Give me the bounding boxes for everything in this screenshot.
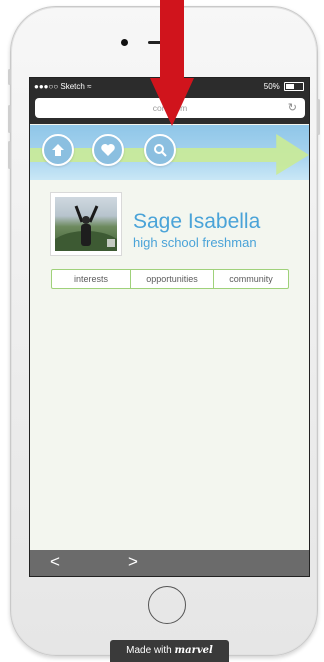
heart-icon bbox=[101, 144, 115, 156]
battery-icon bbox=[284, 82, 304, 92]
volume-up-button bbox=[8, 105, 11, 133]
tab-opportunities[interactable]: opportunities bbox=[131, 270, 214, 288]
profile-photo[interactable] bbox=[50, 192, 122, 256]
volume-down-button bbox=[8, 141, 11, 169]
profile-tabs: interests opportunities community bbox=[51, 269, 289, 289]
red-arrow-pointer bbox=[150, 0, 194, 126]
tab-interests[interactable]: interests bbox=[52, 270, 131, 288]
power-button bbox=[317, 99, 320, 135]
favorites-nav-button[interactable] bbox=[92, 134, 124, 166]
profile-subtitle: high school freshman bbox=[133, 235, 257, 250]
nav-banner bbox=[30, 125, 309, 180]
person-photo bbox=[55, 205, 117, 251]
avatar bbox=[55, 197, 117, 251]
wifi-icon: ≈ bbox=[87, 82, 92, 91]
forward-button[interactable]: > bbox=[128, 551, 138, 573]
search-nav-button[interactable] bbox=[144, 134, 176, 166]
front-camera bbox=[121, 39, 128, 46]
made-with-badge[interactable]: Made with marvel bbox=[110, 640, 229, 662]
phone-screen: ●●●○○ Sketch ≈ 50% con .com ↻ bbox=[29, 77, 310, 577]
badge-prefix: Made with bbox=[126, 645, 172, 656]
mute-switch bbox=[8, 69, 11, 85]
browser-bottom-bar: < > bbox=[30, 550, 309, 576]
carrier-label: ●●●○○ Sketch bbox=[34, 82, 85, 91]
home-button[interactable] bbox=[148, 586, 186, 624]
back-button[interactable]: < bbox=[50, 551, 60, 573]
home-icon bbox=[52, 144, 64, 156]
search-icon bbox=[154, 144, 167, 157]
tab-community[interactable]: community bbox=[214, 270, 288, 288]
reload-icon[interactable]: ↻ bbox=[288, 98, 297, 118]
profile-name: Sage Isabella bbox=[133, 210, 261, 233]
badge-brand: marvel bbox=[174, 645, 213, 656]
battery-percent: 50% bbox=[263, 82, 280, 91]
home-nav-button[interactable] bbox=[42, 134, 74, 166]
